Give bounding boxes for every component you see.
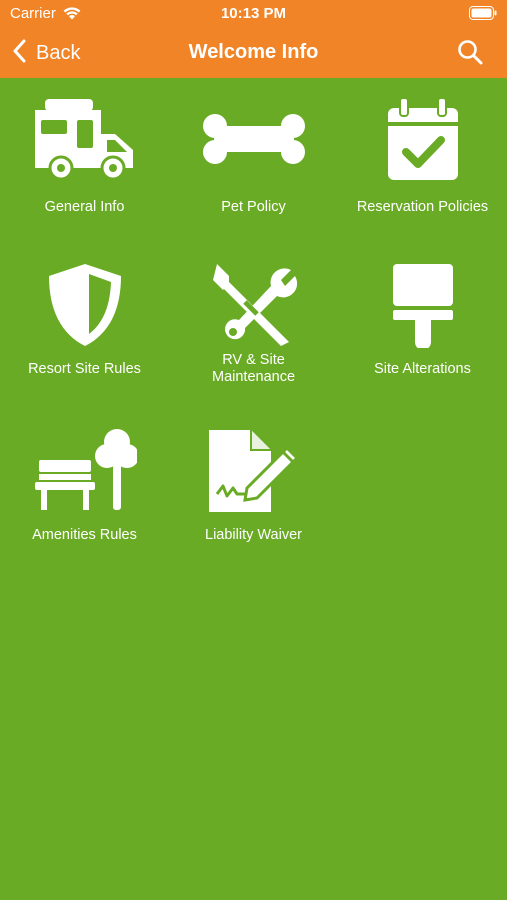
tile-site-alterations[interactable]: Site Alterations — [338, 260, 507, 390]
tile-label: RV & Site Maintenance — [169, 352, 338, 386]
search-button[interactable] — [457, 39, 483, 70]
tile-reservation-policies[interactable]: Reservation Policies — [338, 78, 507, 238]
tile-label-line-2: Maintenance — [211, 369, 296, 385]
tile-label: Resort Site Rules — [28, 361, 141, 377]
tile-general-info[interactable]: General Info — [0, 78, 169, 238]
status-bar: Carrier 10:13 PM — [0, 0, 507, 28]
bone-icon — [169, 112, 338, 166]
tile-label: General Info — [44, 199, 125, 215]
status-time: 10:13 PM — [220, 5, 287, 22]
paint-brush-icon — [338, 262, 507, 348]
battery-icon — [469, 6, 497, 25]
tile-label: Site Alterations — [374, 361, 471, 377]
page-title: Welcome Info — [188, 41, 319, 63]
calendar-check-icon — [338, 98, 507, 182]
tile-label: Reservation Policies — [356, 199, 489, 215]
tools-icon — [169, 262, 338, 348]
tile-liability-waiver[interactable]: Liability Waiver — [169, 426, 338, 556]
tile-label: Amenities Rules — [32, 527, 137, 543]
navigation-bar: Back Welcome Info — [0, 28, 507, 78]
rv-camper-icon — [0, 98, 169, 182]
tile-pet-policy[interactable]: Pet Policy — [169, 78, 338, 238]
tile-rv-site-maintenance[interactable]: RV & Site Maintenance — [169, 260, 338, 390]
tile-label-line-1: RV & Site — [222, 352, 285, 368]
tile-label: Liability Waiver — [205, 527, 302, 543]
tile-label: Pet Policy — [221, 199, 286, 215]
signed-document-icon — [169, 428, 338, 514]
tile-resort-site-rules[interactable]: Resort Site Rules — [0, 260, 169, 390]
tile-amenities-rules[interactable]: Amenities Rules — [0, 426, 169, 556]
park-bench-tree-icon — [0, 428, 169, 512]
shield-icon — [0, 262, 169, 348]
search-icon — [457, 40, 483, 69]
